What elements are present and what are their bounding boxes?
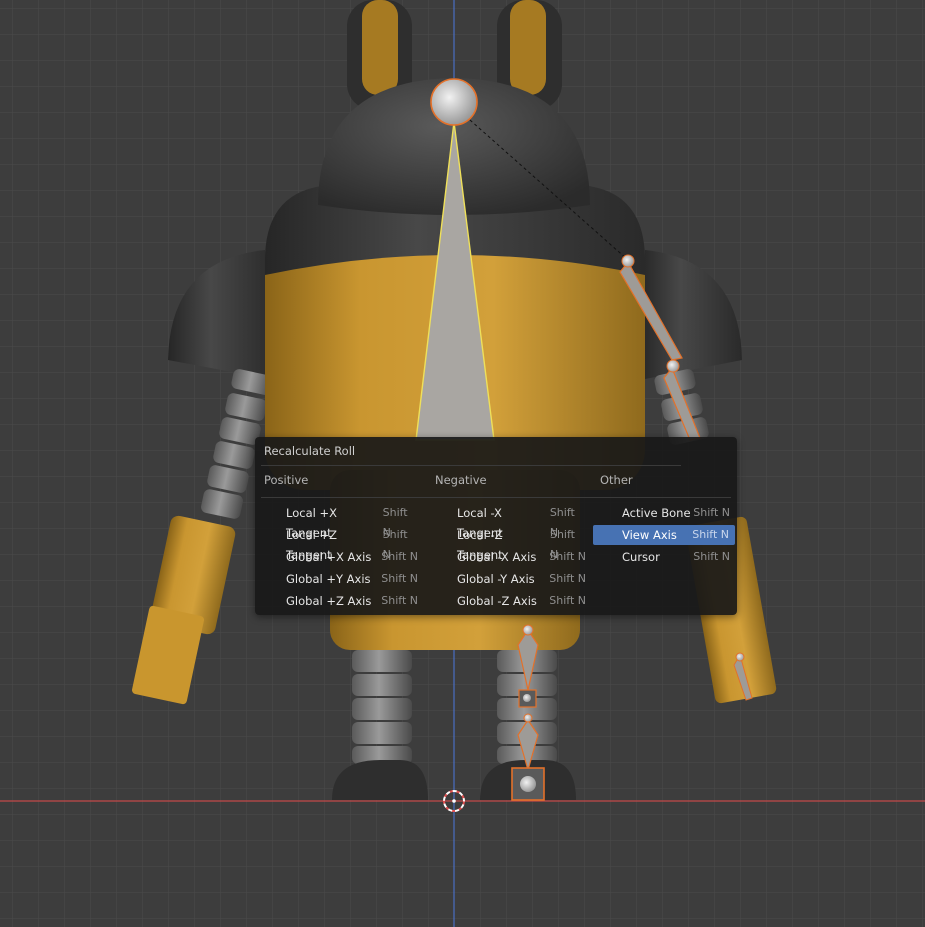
menu-item-cursor[interactable]: Cursor Shift N (614, 547, 736, 567)
menu-item-label: Local +X Tangent (286, 506, 337, 540)
menu-item-shortcut: Shift N (693, 550, 730, 563)
menu-item-label: Local +Z Tangent (286, 528, 337, 562)
menu-item-label: Local -X Tangent (457, 506, 503, 540)
menu-item-label: Global +Y Axis (286, 572, 371, 586)
menu-item-local-minus-z-tangent[interactable]: Local -Z Tangent Shift N (449, 525, 592, 562)
menu-item-label: Global +X Axis (286, 550, 372, 564)
menu-item-global-minus-x-axis[interactable]: Global -X Axis Shift N (449, 547, 592, 567)
menu-item-active-bone[interactable]: Active Bone Shift N (614, 503, 736, 523)
menu-item-shortcut: Shift N (382, 528, 408, 561)
menu-item-label: Global +Z Axis (286, 594, 372, 608)
menu-item-shortcut: Shift N (381, 572, 418, 585)
menu-item-local-plus-x-tangent[interactable]: Local +X Tangent Shift N (278, 503, 424, 540)
menu-item-shortcut: Shift N (549, 506, 575, 539)
menu-item-shortcut: Shift N (549, 572, 586, 585)
menu-item-shortcut: Shift N (549, 550, 586, 563)
menu-item-shortcut: Shift N (693, 506, 730, 519)
heading-divider (261, 497, 731, 498)
menu-item-global-plus-y-axis[interactable]: Global +Y Axis Shift N (278, 569, 424, 589)
menu-item-shortcut: Shift N (549, 594, 586, 607)
menu-item-label: Local -Z Tangent (457, 528, 503, 562)
menu-item-shortcut: Shift N (381, 550, 418, 563)
menu-item-label: View Axis (622, 528, 677, 542)
menu-item-view-axis[interactable]: View Axis Shift N (593, 525, 735, 545)
menu-item-shortcut: Shift N (381, 594, 418, 607)
column-heading-positive: Positive (264, 473, 309, 487)
recalculate-roll-menu: Recalculate Roll Positive Negative Other… (255, 437, 737, 615)
menu-item-local-minus-x-tangent[interactable]: Local -X Tangent Shift N (449, 503, 592, 540)
menu-item-shortcut: Shift N (692, 528, 729, 541)
menu-item-shortcut: Shift N (549, 528, 575, 561)
menu-item-global-plus-x-axis[interactable]: Global +X Axis Shift N (278, 547, 424, 567)
menu-item-label: Active Bone (622, 506, 691, 520)
menu-item-local-plus-z-tangent[interactable]: Local +Z Tangent Shift N (278, 525, 424, 562)
menu-item-label: Global -Z Axis (457, 594, 537, 608)
menu-title: Recalculate Roll (264, 444, 356, 458)
menu-item-global-minus-y-axis[interactable]: Global -Y Axis Shift N (449, 569, 592, 589)
column-heading-other: Other (600, 473, 633, 487)
menu-item-global-minus-z-axis[interactable]: Global -Z Axis Shift N (449, 591, 592, 611)
column-heading-negative: Negative (435, 473, 487, 487)
menu-item-label: Global -Y Axis (457, 572, 535, 586)
title-divider (261, 465, 681, 466)
menu-item-label: Cursor (622, 550, 660, 564)
menu-item-label: Global -X Axis (457, 550, 537, 564)
menu-item-global-plus-z-axis[interactable]: Global +Z Axis Shift N (278, 591, 424, 611)
menu-item-shortcut: Shift N (382, 506, 408, 539)
